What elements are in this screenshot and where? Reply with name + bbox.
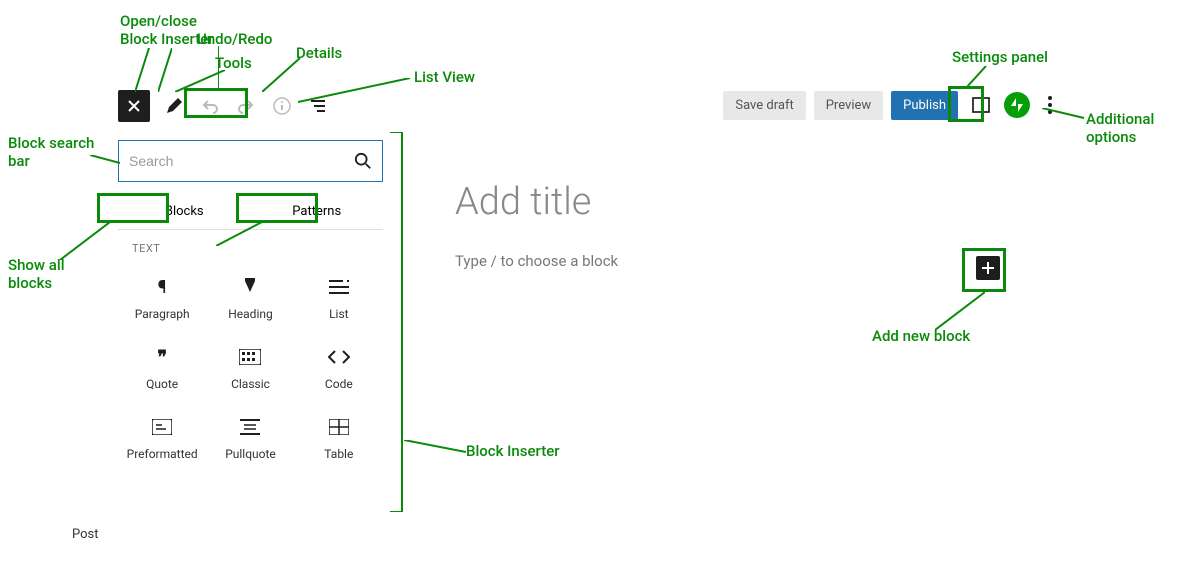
block-label: Paragraph	[135, 307, 190, 321]
list-icon	[327, 275, 351, 299]
annotation-open-close: Open/close Block Inserter	[120, 12, 214, 48]
jetpack-button[interactable]	[1004, 92, 1030, 118]
annotation-show-all-blocks: Show all blocks	[8, 256, 65, 292]
block-code[interactable]: Code	[295, 331, 383, 401]
annotation-tools: Tools	[215, 54, 252, 72]
annotation-list-view: List View	[414, 68, 475, 86]
block-inserter-panel: Blocks Patterns TEXT ¶ Paragraph Heading…	[118, 140, 383, 471]
table-icon	[327, 415, 351, 439]
info-icon	[272, 96, 292, 116]
preview-button[interactable]: Preview	[814, 91, 883, 120]
list-view-button[interactable]	[306, 94, 330, 118]
publish-button[interactable]: Publish	[891, 91, 958, 120]
annotation-block-inserter: Block Inserter	[466, 442, 560, 460]
pencil-icon	[164, 96, 184, 116]
undo-button[interactable]	[198, 94, 222, 118]
dot-icon	[1048, 110, 1052, 114]
block-classic[interactable]: Classic	[206, 331, 294, 401]
block-search-wrap	[118, 140, 383, 182]
tools-button[interactable]	[162, 94, 186, 118]
block-label: Classic	[231, 377, 270, 391]
paragraph-icon: ¶	[150, 275, 174, 299]
annotation-block-search: Block search bar	[8, 134, 94, 170]
add-block-button[interactable]	[976, 256, 1000, 280]
annotation-details: Details	[296, 44, 342, 62]
settings-panel-button[interactable]	[966, 90, 996, 120]
heading-icon	[238, 275, 262, 299]
dot-icon	[1048, 103, 1052, 107]
dot-icon	[1048, 96, 1052, 100]
block-preformatted[interactable]: Preformatted	[118, 401, 206, 471]
block-search-input[interactable]	[129, 153, 354, 169]
block-label: Preformatted	[127, 447, 198, 461]
block-label: Quote	[146, 377, 178, 391]
redo-icon	[236, 96, 256, 116]
block-table[interactable]: Table	[295, 401, 383, 471]
annotation-additional-options: Additional options	[1086, 110, 1154, 146]
list-view-icon	[308, 96, 328, 116]
annotation-add-new-block: Add new block	[872, 327, 970, 345]
annotation-undo-redo: Undo/Redo	[197, 30, 272, 48]
block-label: Code	[325, 377, 353, 391]
inserter-tabs: Blocks Patterns	[118, 194, 383, 229]
details-button[interactable]	[270, 94, 294, 118]
inserter-toggle-button[interactable]	[118, 90, 150, 122]
block-label: Pullquote	[225, 447, 276, 461]
plus-icon	[981, 261, 995, 275]
search-icon	[354, 152, 372, 170]
top-right-controls: Save draft Preview Publish	[723, 90, 1062, 120]
post-title-input[interactable]: Add title	[455, 180, 1015, 224]
code-icon	[327, 345, 351, 369]
jetpack-icon	[1009, 97, 1025, 113]
close-icon	[126, 98, 142, 114]
sidebar-icon	[970, 94, 992, 116]
block-paragraph[interactable]: ¶ Paragraph	[118, 261, 206, 331]
block-grid: ¶ Paragraph Heading List ❞ Quote Classic…	[118, 261, 383, 471]
block-label: Table	[324, 447, 353, 461]
tab-patterns[interactable]: Patterns	[251, 194, 384, 229]
section-label-text: TEXT	[118, 230, 383, 261]
block-heading[interactable]: Heading	[206, 261, 294, 331]
classic-icon	[238, 345, 262, 369]
block-label: Heading	[228, 307, 273, 321]
editor-canvas: Add title Type / to choose a block	[455, 180, 1015, 270]
footer-post-tab[interactable]: Post	[60, 518, 111, 548]
pullquote-icon	[238, 415, 262, 439]
quote-icon: ❞	[150, 345, 174, 369]
top-toolbar	[118, 90, 330, 122]
block-quote[interactable]: ❞ Quote	[118, 331, 206, 401]
more-options-button[interactable]	[1038, 90, 1062, 120]
redo-button[interactable]	[234, 94, 258, 118]
save-draft-button[interactable]: Save draft	[723, 91, 805, 120]
annotation-settings-panel: Settings panel	[952, 48, 1048, 66]
block-label: List	[329, 307, 349, 321]
block-pullquote[interactable]: Pullquote	[206, 401, 294, 471]
block-placeholder[interactable]: Type / to choose a block	[455, 252, 1015, 270]
tab-blocks[interactable]: Blocks	[118, 194, 251, 229]
preformatted-icon	[150, 415, 174, 439]
undo-icon	[200, 96, 220, 116]
block-list[interactable]: List	[295, 261, 383, 331]
